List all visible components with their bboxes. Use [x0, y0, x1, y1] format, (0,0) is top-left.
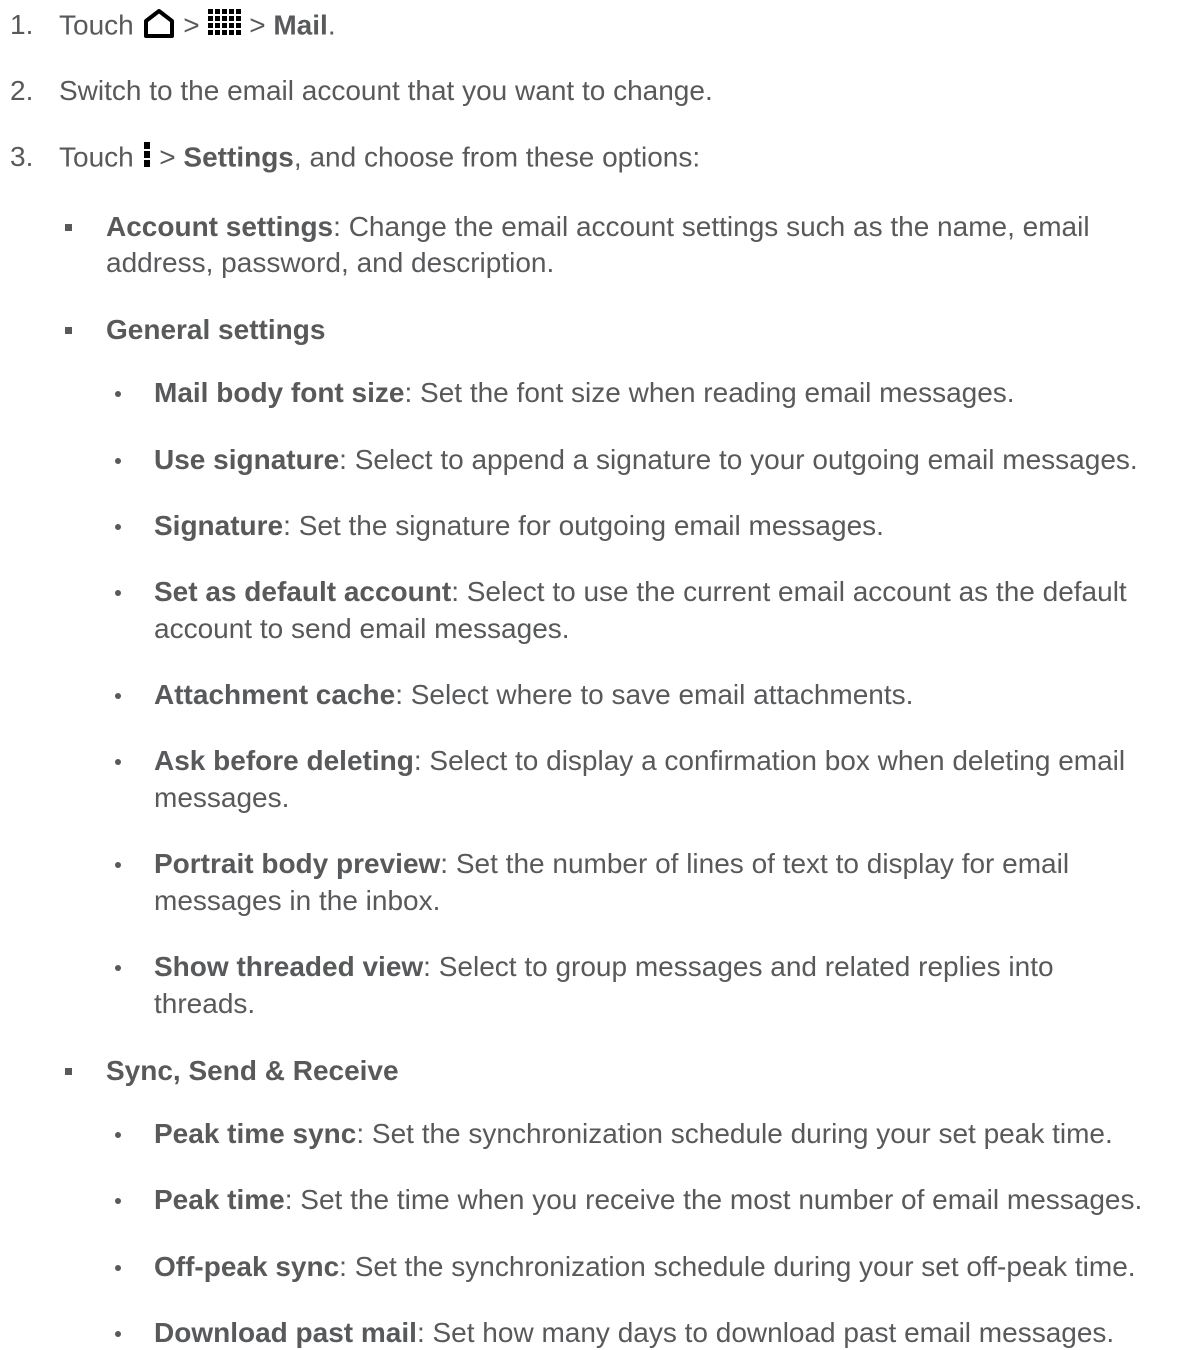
- square-bullet: [65, 327, 72, 334]
- step-2-text: Switch to the email account that you wan…: [59, 75, 713, 106]
- section-title: General settings: [106, 314, 326, 345]
- step-1-text: Touch > > Mail.: [59, 8, 336, 46]
- step-number: 3.: [10, 141, 34, 172]
- square-bullet: [65, 1068, 72, 1075]
- step-number: 2.: [10, 75, 34, 106]
- section-title: Account settings: [106, 211, 334, 242]
- section-title: Sync, Send & Receive: [106, 1055, 399, 1086]
- step-3-text: Touch > Settings, and choose from these …: [59, 140, 700, 178]
- apps-grid-icon: [207, 8, 242, 46]
- square-bullet: [65, 224, 72, 231]
- step-number: 1.: [10, 9, 34, 40]
- home-icon: [142, 8, 176, 46]
- overflow-menu-icon: [142, 140, 152, 178]
